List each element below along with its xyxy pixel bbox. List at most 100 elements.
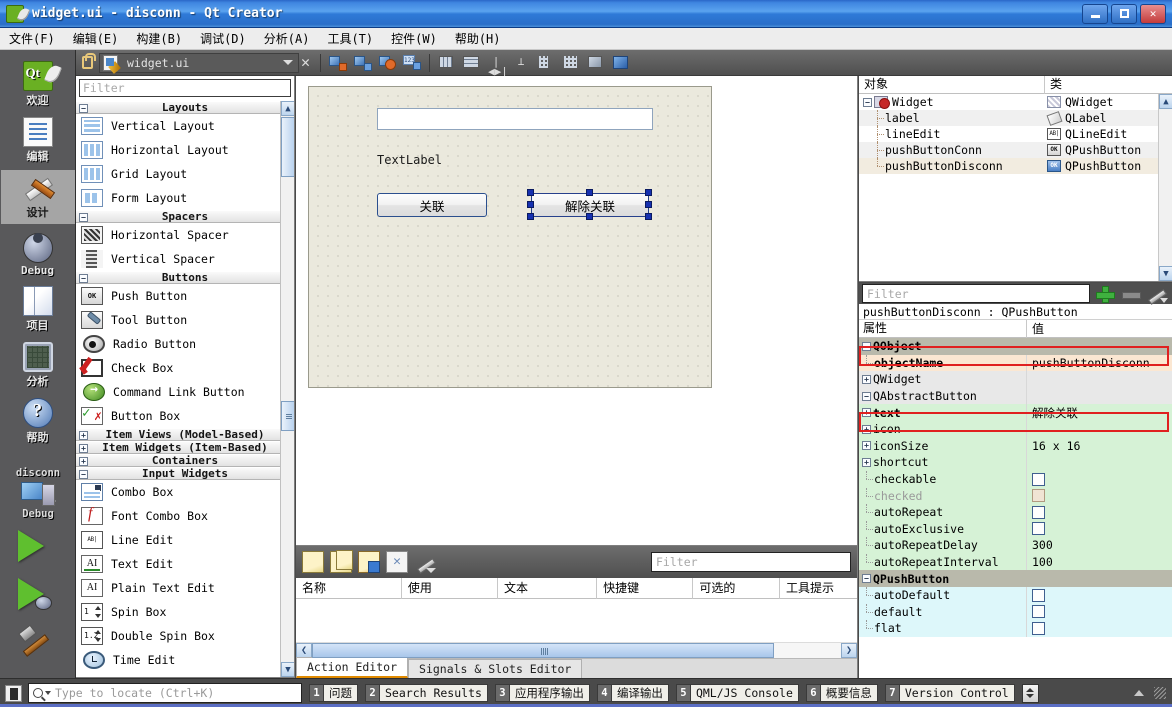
property-group-qwidget[interactable]: + QWidget — [859, 371, 1172, 388]
property-value-flat[interactable] — [1027, 620, 1172, 637]
mode-design[interactable]: 设计 — [0, 170, 75, 224]
action-col-checkable[interactable]: 可选的 — [693, 577, 780, 599]
property-row-objectname[interactable]: objectName pushButtonDisconn — [859, 354, 1172, 372]
action-col-text[interactable]: 文本 — [498, 577, 598, 599]
widget-group-spacers[interactable]: − Spacers — [76, 210, 294, 223]
property-row-icon[interactable]: + icon — [859, 420, 1172, 438]
object-col-class[interactable]: 类 — [1045, 76, 1172, 94]
collapse-icon[interactable]: − — [79, 274, 88, 283]
menu-file[interactable]: 文件(F) — [0, 28, 64, 49]
expand-icon[interactable]: + — [79, 431, 88, 440]
scrollbar-track[interactable] — [312, 643, 841, 658]
collapse-icon[interactable]: − — [79, 213, 88, 222]
expand-icon[interactable]: + — [79, 457, 88, 466]
scroll-left-icon[interactable]: ❮ — [296, 643, 312, 658]
widget-item-font-combo-box[interactable]: Font Combo Box — [76, 504, 294, 528]
property-value-default[interactable] — [1027, 604, 1172, 621]
widget-item-text-edit[interactable]: AI Text Edit — [76, 552, 294, 576]
checkbox-unchecked-icon[interactable] — [1032, 505, 1045, 519]
send-to-back-icon[interactable] — [328, 54, 348, 71]
property-row-autoexclusive[interactable]: autoExclusive — [859, 520, 1172, 538]
property-value-shortcut[interactable] — [1027, 454, 1172, 471]
mode-edit[interactable]: 编辑 — [1, 114, 75, 168]
adjust-size-icon[interactable] — [612, 54, 631, 71]
property-col-name[interactable]: 属性 — [859, 319, 1027, 338]
expand-icon[interactable]: + — [862, 374, 871, 384]
start-debugging-button[interactable] — [18, 578, 58, 618]
widget-group-item-widgets[interactable]: + Item Widgets (Item-Based) — [76, 441, 294, 454]
mode-help[interactable]: 帮助 — [1, 395, 75, 449]
expand-icon[interactable]: + — [862, 457, 871, 467]
action-col-shortcut[interactable]: 快捷键 — [597, 577, 694, 599]
property-value-text[interactable]: 解除关联 — [1027, 404, 1172, 421]
object-inspector-scrollbar[interactable]: ▲ ▼ — [1158, 94, 1172, 281]
scrollbar-thumb[interactable] — [312, 643, 774, 658]
kit-selector[interactable]: disconn Debug — [16, 467, 60, 520]
property-row-checkable[interactable]: checkable — [859, 470, 1172, 488]
widget-item-spin-box[interactable]: 1 Spin Box — [76, 600, 294, 624]
widget-box-filter-input[interactable]: Filter — [79, 79, 291, 97]
action-col-tooltip[interactable]: 工具提示 — [780, 578, 857, 599]
minimize-button[interactable] — [1082, 3, 1108, 24]
collapse-icon[interactable]: − — [863, 97, 872, 107]
selection-handle-tl[interactable] — [527, 189, 534, 196]
property-row-autodefault[interactable]: autoDefault — [859, 586, 1172, 604]
widget-group-input-widgets[interactable]: − Input Widgets — [76, 467, 294, 480]
collapse-icon[interactable]: − — [79, 104, 88, 113]
layout-horizontally-icon[interactable] — [437, 54, 456, 71]
property-value-autodefault[interactable] — [1027, 587, 1172, 604]
widget-item-time-edit[interactable]: Time Edit — [76, 648, 294, 672]
widget-item-double-spin-box[interactable]: 1.2 Double Spin Box — [76, 624, 294, 648]
output-pane-issues[interactable]: 1 问题 — [309, 684, 358, 702]
widget-item-command-link-button[interactable]: Command Link Button — [76, 380, 294, 404]
expand-icon[interactable]: + — [862, 424, 871, 434]
widget-item-check-box[interactable]: Check Box — [76, 356, 294, 380]
remove-property-icon[interactable] — [1120, 284, 1142, 303]
close-button[interactable]: ✕ — [1140, 3, 1166, 24]
add-property-icon[interactable] — [1094, 284, 1116, 303]
form-textlabel[interactable]: TextLabel — [377, 153, 442, 167]
object-row-lineedit[interactable]: lineEdit AB| QLineEdit — [859, 126, 1172, 142]
checkbox-unchecked-icon[interactable] — [1032, 522, 1045, 536]
close-document-icon[interactable]: ✕ — [301, 55, 310, 70]
form-widget[interactable]: TextLabel 关联 解除关联 — [308, 86, 712, 388]
menu-analyze[interactable]: 分析(A) — [255, 28, 319, 49]
collapse-icon[interactable]: − — [79, 470, 88, 479]
collapse-icon[interactable]: − — [862, 574, 871, 584]
scrollbar-thumb-secondary[interactable] — [281, 401, 294, 431]
object-col-object[interactable]: 对象 — [859, 75, 1045, 94]
form-canvas-area[interactable]: TextLabel 关联 解除关联 — [296, 76, 858, 545]
widget-item-horizontal-layout[interactable]: Horizontal Layout — [76, 138, 294, 162]
form-pushbutton-conn[interactable]: 关联 — [377, 193, 487, 217]
widget-item-button-box[interactable]: Button Box — [76, 404, 294, 428]
widget-item-combo-box[interactable]: Combo Box — [76, 480, 294, 504]
mode-analyze[interactable]: 分析 — [1, 339, 75, 393]
expand-icon[interactable]: + — [862, 441, 871, 451]
edit-tab-order-icon[interactable]: 123 — [403, 54, 422, 71]
menu-window[interactable]: 控件(W) — [382, 28, 446, 49]
property-filter-input[interactable]: Filter — [862, 284, 1090, 303]
widget-group-item-views[interactable]: + Item Views (Model-Based) — [76, 428, 294, 441]
checkbox-unchecked-icon[interactable] — [1032, 621, 1045, 635]
action-col-used[interactable]: 使用 — [402, 577, 499, 599]
updown-spinner-icon[interactable] — [1021, 683, 1039, 703]
property-row-shortcut[interactable]: + shortcut — [859, 454, 1172, 471]
object-row-label[interactable]: label QLabel — [859, 110, 1172, 126]
menu-edit[interactable]: 编辑(E) — [64, 28, 128, 49]
expand-icon[interactable]: + — [79, 444, 88, 453]
selection-handle-bl[interactable] — [527, 213, 534, 220]
widget-item-radio-button[interactable]: Radio Button — [76, 332, 294, 356]
locator-input[interactable]: Type to locate (Ctrl+K) — [28, 683, 302, 703]
property-group-qabstractbutton[interactable]: − QAbstractButton — [859, 387, 1172, 405]
property-row-autorepeatdelay[interactable]: autoRepeatDelay 300 — [859, 537, 1172, 554]
copy-action-icon[interactable] — [330, 550, 353, 573]
scroll-down-icon[interactable]: ▼ — [281, 662, 294, 677]
menu-tools[interactable]: 工具(T) — [318, 28, 382, 49]
widget-item-form-layout[interactable]: Form Layout — [76, 186, 294, 210]
scroll-right-icon[interactable]: ❯ — [841, 643, 857, 658]
mode-debug[interactable]: Debug — [1, 226, 75, 281]
selection-handle-br[interactable] — [645, 213, 652, 220]
widget-item-push-button[interactable]: OK Push Button — [76, 284, 294, 308]
object-row-widget[interactable]: − Widget QWidget — [859, 94, 1172, 110]
property-row-autorepeat[interactable]: autoRepeat — [859, 503, 1172, 521]
